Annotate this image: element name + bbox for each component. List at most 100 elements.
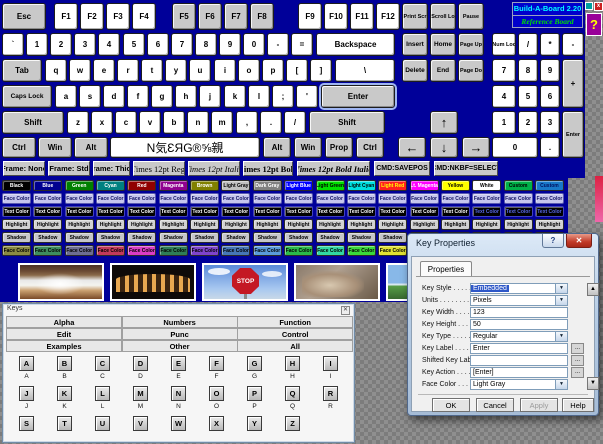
toolbar-button-times-12pt-italic[interactable]: Times 12pt Italic — [188, 161, 240, 176]
key-y-43[interactable]: y — [165, 59, 187, 82]
key-9-56[interactable]: 9 — [540, 59, 560, 82]
key-caps-lock-58[interactable]: Caps Lock — [2, 85, 52, 108]
palette-face2-7[interactable]: Face Color — [221, 245, 250, 256]
palette-face-color-10[interactable]: Face Color — [316, 193, 345, 204]
key-f5-5[interactable]: F5 — [172, 3, 196, 30]
key-9-25[interactable]: 9 — [219, 33, 241, 56]
palette-face-color-5[interactable]: Face Color — [159, 193, 188, 204]
palette-highlight-8[interactable]: Highlight — [253, 219, 282, 230]
key-f12-12[interactable]: F12 — [376, 3, 400, 30]
chevron-down-icon[interactable]: ▼ — [555, 332, 567, 341]
key-enter-90[interactable]: Enter — [562, 111, 584, 158]
palette-text-color-6[interactable]: Text Color — [190, 206, 219, 217]
key-7-54[interactable]: 7 — [492, 59, 516, 82]
palette-face-color-7[interactable]: Face Color — [221, 193, 250, 204]
key-g-63[interactable]: g — [151, 85, 173, 108]
key-sym-82[interactable]: , — [236, 111, 258, 134]
palette-text-color-2[interactable]: Text Color — [65, 206, 94, 217]
letter-button-k[interactable]: K — [57, 386, 72, 401]
key-v-78[interactable]: v — [139, 111, 161, 134]
palette-highlight-0[interactable]: Highlight — [2, 219, 31, 230]
palette-color-yellow-14[interactable]: Yellow — [441, 180, 470, 191]
palette-face-color-0[interactable]: Face Color — [2, 193, 31, 204]
letter-button-s[interactable]: S — [19, 416, 34, 431]
palette-highlight-14[interactable]: Highlight — [441, 219, 470, 230]
palette-color-dark-gray-8[interactable]: Dark Gray — [253, 180, 282, 191]
palette-text-color-15[interactable]: Text Color — [472, 206, 501, 217]
palette-shadow-12[interactable]: Shadow — [378, 232, 407, 243]
key-sym-100[interactable]: ↓ — [430, 137, 458, 158]
cancel-button[interactable]: Cancel — [476, 398, 514, 412]
category-punc[interactable]: Punc — [122, 328, 238, 340]
key-enter-70[interactable]: Enter — [321, 85, 395, 108]
chevron-down-icon[interactable]: ▼ — [555, 380, 567, 389]
key-0-26[interactable]: 0 — [243, 33, 265, 56]
palette-face-color-15[interactable]: Face Color — [472, 193, 501, 204]
help-button[interactable]: Help — [562, 398, 594, 412]
key-sym-49[interactable]: ] — [310, 59, 332, 82]
close-icon[interactable]: x — [594, 2, 603, 11]
key-f10-10[interactable]: F10 — [324, 3, 348, 30]
key-sym-103[interactable]: . — [540, 137, 560, 158]
key-sym-34[interactable]: / — [518, 33, 538, 56]
key-sym-16[interactable]: ` — [2, 33, 24, 56]
letter-button-o[interactable]: O — [209, 386, 224, 401]
palette-color-white-15[interactable]: White — [472, 180, 501, 191]
key-alt-95[interactable]: Alt — [263, 137, 291, 158]
letter-button-h[interactable]: H — [285, 356, 300, 371]
key-5-21[interactable]: 5 — [123, 33, 145, 56]
thumbnail-stop-sign[interactable]: STOP — [202, 263, 288, 301]
key-e-40[interactable]: e — [93, 59, 115, 82]
palette-text-color-16[interactable]: Text Color — [504, 206, 533, 217]
palette-highlight-2[interactable]: Highlight — [65, 219, 94, 230]
palette-text-color-5[interactable]: Text Color — [159, 206, 188, 217]
palette-shadow-1[interactable]: Shadow — [33, 232, 62, 243]
key-7-23[interactable]: 7 — [171, 33, 193, 56]
key-z-75[interactable]: z — [67, 111, 89, 134]
palette-face2-9[interactable]: Face Color — [284, 245, 313, 256]
palette-shadow-8[interactable]: Shadow — [253, 232, 282, 243]
palette-highlight-6[interactable]: Highlight — [190, 219, 219, 230]
letter-button-v[interactable]: V — [133, 416, 148, 431]
toolbar-button-times-12pt-bold-italic[interactable]: Times 12pt Bold Italic — [297, 161, 370, 176]
palette-text-color-10[interactable]: Text Color — [316, 206, 345, 217]
category-edit[interactable]: Edit — [6, 328, 122, 340]
field-input-6[interactable] — [470, 355, 568, 366]
thumbnail-colosseum[interactable] — [110, 263, 196, 301]
key-j-65[interactable]: j — [199, 85, 221, 108]
palette-color-cyan-3[interactable]: Cyan — [96, 180, 125, 191]
key-sym-36[interactable]: - — [562, 33, 584, 56]
palette-text-color-8[interactable]: Text Color — [253, 206, 282, 217]
palette-shadow-4[interactable]: Shadow — [127, 232, 156, 243]
palette-text-color-12[interactable]: Text Color — [378, 206, 407, 217]
field-combo-4[interactable]: Regular▼ — [470, 331, 568, 342]
toolbar-button-cmd-savepos[interactable]: CMD:SAVEPOS — [374, 161, 430, 176]
key-2-18[interactable]: 2 — [50, 33, 72, 56]
key-4-20[interactable]: 4 — [98, 33, 120, 56]
key-f8-8[interactable]: F8 — [250, 3, 274, 30]
field-input-2[interactable]: 123 — [470, 307, 568, 318]
field-input-5[interactable]: Enter — [470, 343, 568, 354]
key-c-77[interactable]: c — [115, 111, 137, 134]
palette-text-color-14[interactable]: Text Color — [441, 206, 470, 217]
key-b-79[interactable]: b — [163, 111, 185, 134]
key-win-96[interactable]: Win — [294, 137, 322, 158]
thumbnail-waterfall[interactable] — [18, 263, 104, 301]
palette-face2-11[interactable]: Face Color — [347, 245, 376, 256]
palette-face2-12[interactable]: Face Color — [378, 245, 407, 256]
key-5-72[interactable]: 5 — [518, 85, 538, 108]
key-4-71[interactable]: 4 — [492, 85, 516, 108]
palette-face-color-12[interactable]: Face Color — [378, 193, 407, 204]
key-sym-86[interactable]: ↑ — [430, 111, 458, 134]
palette-color-red-4[interactable]: Red — [127, 180, 156, 191]
palette-face-color-17[interactable]: Face Color — [535, 193, 564, 204]
category-all[interactable]: All — [237, 340, 353, 352]
key-page-up-32[interactable]: Page Up — [458, 33, 484, 56]
letter-button-b[interactable]: B — [57, 356, 72, 371]
key-tab-37[interactable]: Tab — [2, 59, 42, 82]
letter-button-c[interactable]: C — [95, 356, 110, 371]
key-i-45[interactable]: i — [214, 59, 236, 82]
toolbar-button-frame-none[interactable]: Frame: None — [3, 161, 45, 176]
minimize-button[interactable] — [585, 2, 593, 10]
category-other[interactable]: Other — [122, 340, 238, 352]
